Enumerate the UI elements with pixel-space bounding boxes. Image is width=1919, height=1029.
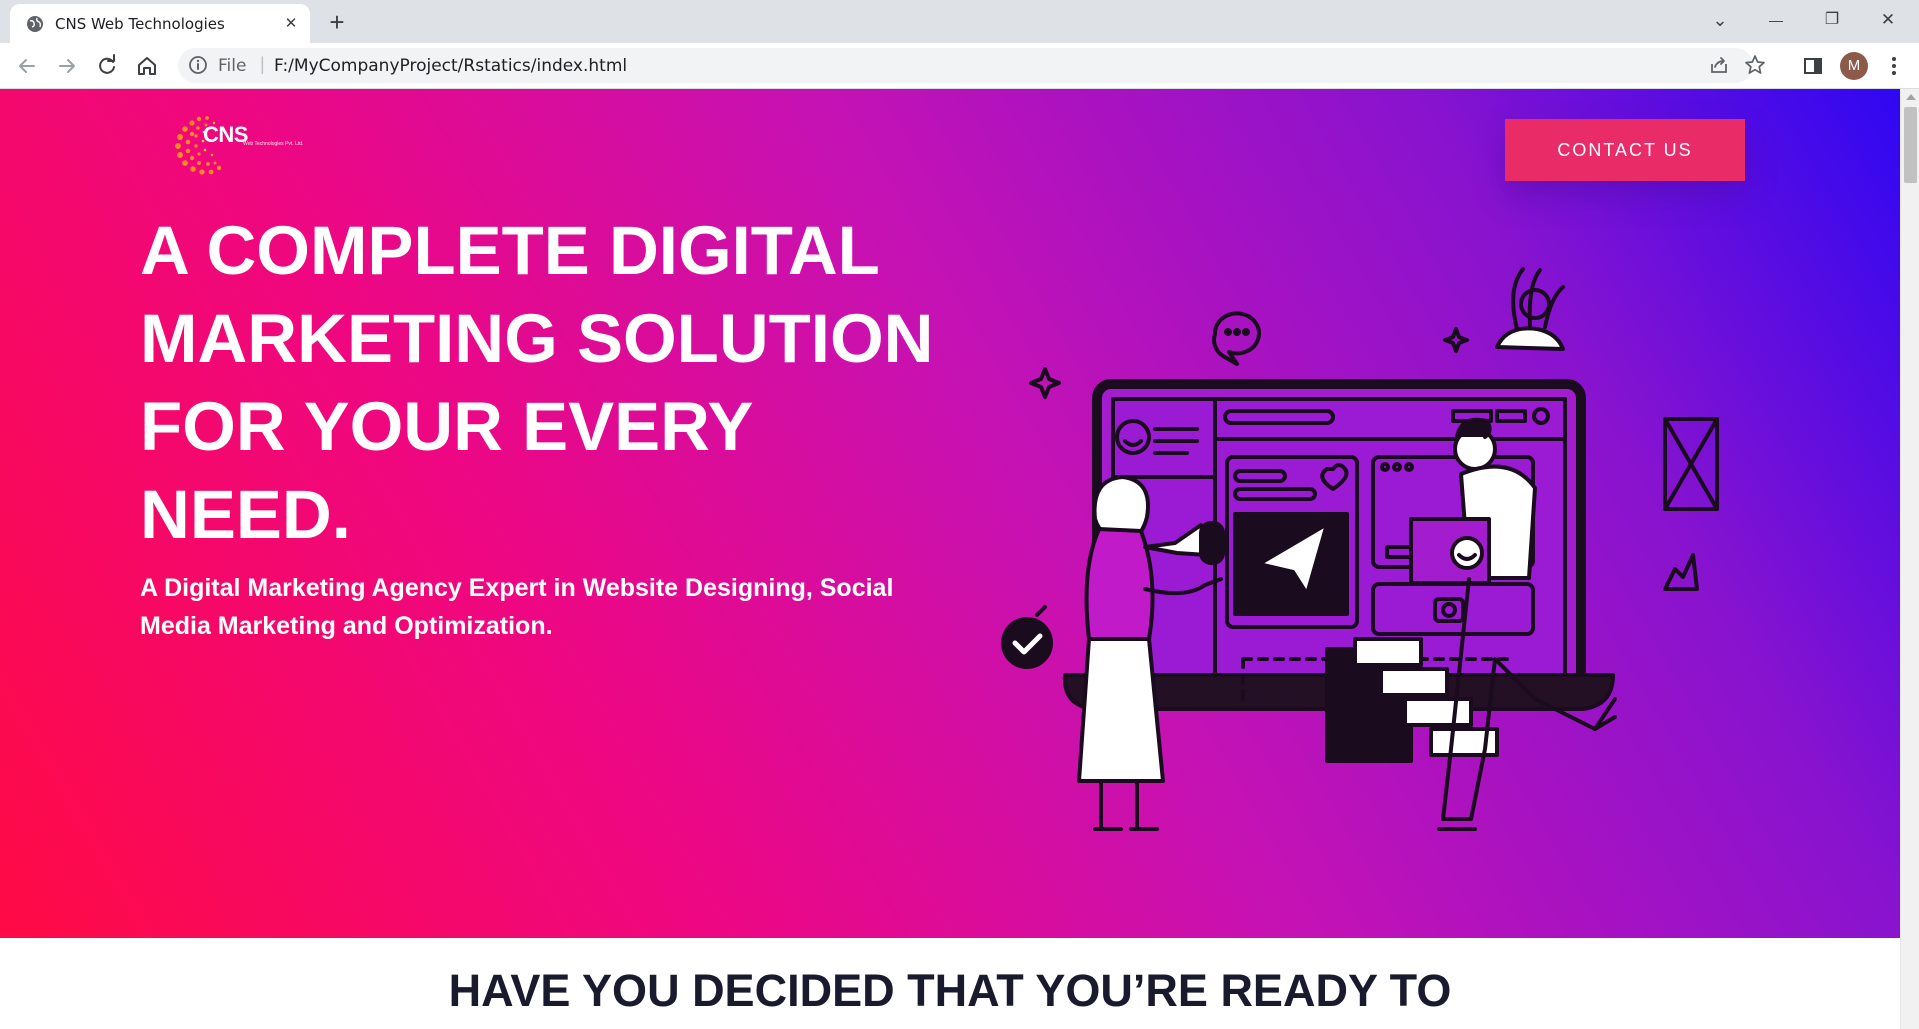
headline-line: MARKETING SOLUTION	[140, 300, 934, 377]
scrollbar-thumb[interactable]	[1904, 107, 1917, 183]
page-scrollbar[interactable]	[1900, 89, 1919, 1029]
check-badge-icon	[1001, 605, 1053, 669]
tab-title: CNS Web Technologies	[55, 15, 225, 33]
window-close-icon[interactable]: ✕	[1871, 6, 1905, 34]
window-frame-icon	[1663, 417, 1719, 511]
minimize-icon[interactable]: —	[1759, 6, 1793, 34]
scroll-up-arrow-icon[interactable]	[1906, 94, 1916, 100]
reload-icon[interactable]	[94, 53, 120, 79]
chart-doodle-icon	[1663, 553, 1699, 591]
address-url[interactable]: F:/MyCompanyProject/Rstatics/index.html	[274, 56, 627, 76]
headline-line: NEED.	[140, 476, 351, 553]
browser-toolbar: File | F:/MyCompanyProject/Rstatics/inde…	[0, 43, 1919, 89]
address-separator: |	[260, 54, 265, 74]
tab-close-icon[interactable]: ✕	[280, 13, 302, 35]
back-icon[interactable]	[14, 53, 40, 79]
logo-wordmark: CNS	[203, 122, 248, 147]
address-bar[interactable]: File | F:/MyCompanyProject/Rstatics/inde…	[178, 48, 1765, 83]
speech-bubble-icon	[1212, 311, 1261, 366]
info-icon[interactable]	[188, 55, 208, 75]
sparkle-icon	[1443, 327, 1469, 353]
page-viewport: CNS Web Technologies Pvt. Ltd. CONTACT U…	[0, 89, 1900, 1029]
headline-line: FOR YOUR EVERY	[140, 388, 754, 465]
star-icon[interactable]	[1744, 54, 1766, 76]
headline-line: A COMPLETE DIGITAL	[140, 212, 880, 289]
forward-icon[interactable]	[54, 53, 80, 79]
restore-icon[interactable]: ❐	[1815, 6, 1849, 34]
home-icon[interactable]	[134, 53, 160, 79]
new-tab-icon[interactable]: +	[323, 8, 351, 36]
browser-tab-strip: CNS Web Technologies ✕ + ⌄ — ❐ ✕	[0, 0, 1919, 43]
globe-icon	[27, 16, 43, 32]
ok-hand-icon	[1495, 267, 1565, 351]
share-icon[interactable]	[1708, 54, 1730, 76]
logo-subtitle: Web Technologies Pvt. Ltd.	[243, 141, 304, 147]
kebab-menu-icon[interactable]	[1882, 53, 1906, 79]
tab-search-dropdown-icon[interactable]: ⌄	[1703, 6, 1737, 34]
address-scheme-label: File	[218, 56, 247, 76]
contact-us-button[interactable]: CONTACT US	[1505, 119, 1745, 181]
hero-subheadline: A Digital Marketing Agency Expert in Web…	[140, 574, 894, 640]
sparkle-icon	[1029, 367, 1061, 399]
hero-section: CNS Web Technologies Pvt. Ltd. CONTACT U…	[0, 89, 1900, 938]
hero-headline: A COMPLETE DIGITAL MARKETING SOLUTION FO…	[140, 207, 960, 559]
side-panel-icon[interactable]	[1800, 53, 1826, 79]
section-heading: HAVE YOU DECIDED THAT YOU’RE READY TO	[448, 965, 1452, 1016]
digital-marketing-illustration	[1001, 267, 1719, 831]
profile-avatar[interactable]: M	[1840, 52, 1868, 80]
browser-tab[interactable]: CNS Web Technologies ✕	[10, 4, 310, 43]
